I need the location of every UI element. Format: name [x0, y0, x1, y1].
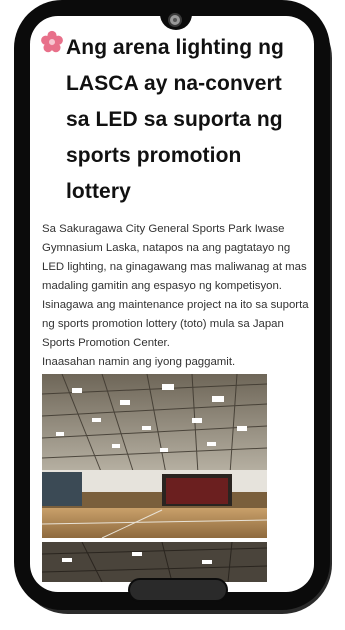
cherry-blossom-icon — [41, 30, 63, 53]
article-title: Ang arena lighting ng LASCA ay na-conver… — [66, 36, 284, 203]
article: Ang arena lighting ng LASCA ay na-conver… — [41, 30, 310, 582]
article-paragraph: Sa Sakuragawa City General Sports Park I… — [42, 223, 307, 292]
title-row: Ang arena lighting ng LASCA ay na-conver… — [41, 30, 310, 210]
article-paragraph: Isinagawa ang maintenance project na ito… — [42, 299, 309, 349]
phone-mockup: Ang arena lighting ng LASCA ay na-conver… — [0, 0, 345, 630]
home-button[interactable] — [128, 578, 228, 602]
camera-icon — [168, 13, 182, 27]
arena-photo-2 — [42, 542, 267, 582]
phone-screen[interactable]: Ang arena lighting ng LASCA ay na-conver… — [30, 16, 314, 592]
arena-photo-illustration — [42, 374, 267, 538]
article-body: Sa Sakuragawa City General Sports Park I… — [42, 220, 310, 372]
article-paragraph: Inaasahan namin ang iyong paggamit. — [42, 356, 236, 368]
arena-photo — [42, 374, 267, 538]
arena-photo-2-illustration — [42, 542, 267, 582]
